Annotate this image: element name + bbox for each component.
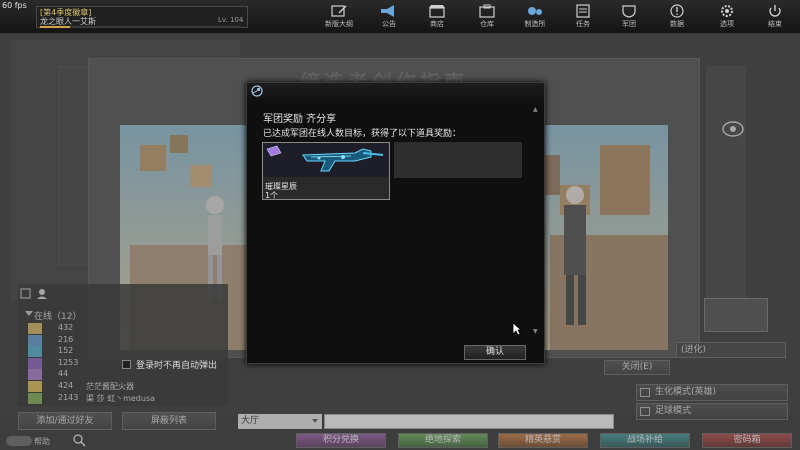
cursor-icon: [512, 322, 522, 339]
power-icon: [769, 5, 781, 17]
info-icon: [670, 4, 684, 18]
nav-exit[interactable]: 结束: [758, 2, 792, 32]
dont-popup-checkbox[interactable]: [122, 360, 131, 369]
reward-weapon-image: [263, 143, 389, 177]
inventory-icon: [479, 4, 495, 18]
dialog-header: [247, 83, 544, 101]
mission-icon: [576, 4, 590, 18]
scroll-down-icon[interactable]: ▼: [533, 328, 538, 335]
dont-popup-label: 登录时不再自动弹出: [136, 361, 218, 371]
nav-outline[interactable]: 新版大纲: [322, 2, 356, 32]
shop-icon: [429, 5, 445, 18]
edit-icon: [331, 5, 347, 17]
nav-data[interactable]: 数据: [660, 2, 694, 32]
nav-announcement[interactable]: 公告: [372, 2, 406, 32]
nav-shop[interactable]: 商店: [420, 2, 454, 32]
scroll-up-icon[interactable]: ▲: [533, 106, 538, 113]
gear-icon: [721, 5, 733, 17]
shield-icon: [622, 5, 636, 18]
craft-icon: [528, 7, 542, 15]
player-level: Lv. 104: [218, 16, 244, 24]
megaphone-icon: [381, 5, 394, 17]
nav-legion[interactable]: 军团: [612, 2, 646, 32]
dialog-subtitle: 已达成军团在线人数目标，获得了以下道具奖励：: [263, 129, 462, 139]
confirm-button[interactable]: 确认: [464, 345, 526, 360]
nav-mission[interactable]: 任务: [566, 2, 600, 32]
xp-bar: [40, 26, 240, 28]
xp-bar-fill: [40, 26, 70, 28]
dialog-scrollbar[interactable]: [532, 104, 540, 336]
nav-craft[interactable]: 制造所: [518, 2, 552, 32]
dialog-title: 军团奖励 齐分享: [263, 114, 337, 125]
reward-empty-slot: [394, 142, 522, 178]
nav-options[interactable]: 选项: [710, 2, 744, 32]
steam-icon: [251, 85, 263, 100]
reward-item-quantity: 1个: [265, 191, 279, 200]
fps-counter: 60 fps: [2, 1, 27, 10]
nav-inventory[interactable]: 仓库: [470, 2, 504, 32]
